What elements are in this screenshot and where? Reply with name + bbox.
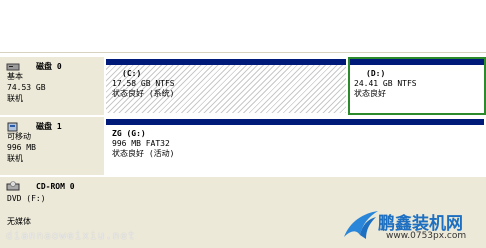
partition-d-status: 状态良好 (354, 89, 386, 98)
hard-disk-icon (6, 63, 20, 70)
partition-c[interactable]: (C:) 17.58 GB NTFS 状态良好 (系统) (106, 59, 346, 113)
cdrom-0-name: CD-ROM 0 (36, 181, 75, 191)
disk-1-row[interactable]: 磁盘 1 可移动 996 MB 联机 ZG (G:) 996 MB FAT32 … (0, 116, 486, 175)
disk-1-size: 996 MB (7, 143, 36, 152)
partition-g-status: 状态良好 (活动) (112, 149, 175, 158)
disk-1-type: 可移动 (7, 132, 31, 141)
partition-d-size: 24.41 GB NTFS (354, 79, 417, 88)
brand-logo: 鹏鑫装机网 www.0753px.com (340, 207, 480, 245)
partition-g-label: ZG (G:) (112, 129, 146, 138)
partition-d[interactable]: (D:) 24.41 GB NTFS 状态良好 (348, 57, 486, 115)
disk-1-info[interactable]: 磁盘 1 可移动 996 MB 联机 (2, 117, 102, 175)
top-divider (0, 52, 486, 53)
disk-0-status: 联机 (7, 94, 23, 103)
cdrom-0-media: 无媒体 (7, 217, 31, 226)
disk-1-name: 磁盘 1 (36, 122, 62, 131)
partition-c-status: 状态良好 (系统) (112, 89, 175, 98)
partition-g[interactable]: ZG (G:) 996 MB FAT32 状态良好 (活动) (106, 119, 484, 173)
partition-d-label: (D:) (366, 69, 386, 78)
brand-url: www.0753px.com (386, 231, 467, 241)
disk-1-map: ZG (G:) 996 MB FAT32 状态良好 (活动) (104, 117, 486, 175)
partition-c-size: 17.58 GB NTFS (112, 79, 175, 88)
partition-g-size: 996 MB FAT32 (112, 139, 170, 148)
disk-0-map: (C:) 17.58 GB NTFS 状态良好 (系统) (D:) 24.41 … (104, 57, 486, 115)
disk-0-row[interactable]: 磁盘 0 基本 74.53 GB 联机 (C:) 17.58 GB NTFS 状… (0, 56, 486, 115)
bird-logo-icon (344, 211, 378, 239)
disk-0-size: 74.53 GB (7, 83, 46, 92)
partition-c-label: (C:) (122, 69, 142, 78)
disk-0-type: 基本 (7, 72, 23, 81)
disk-1-status: 联机 (7, 154, 23, 163)
watermark-text: diannaoweixiu.net (6, 229, 136, 242)
cd-drive-icon (6, 181, 20, 191)
cdrom-0-type: DVD (F:) (7, 194, 46, 203)
disk-0-info[interactable]: 磁盘 0 基本 74.53 GB 联机 (2, 57, 102, 115)
removable-disk-icon (7, 122, 18, 131)
disk-0-name: 磁盘 0 (36, 62, 62, 71)
